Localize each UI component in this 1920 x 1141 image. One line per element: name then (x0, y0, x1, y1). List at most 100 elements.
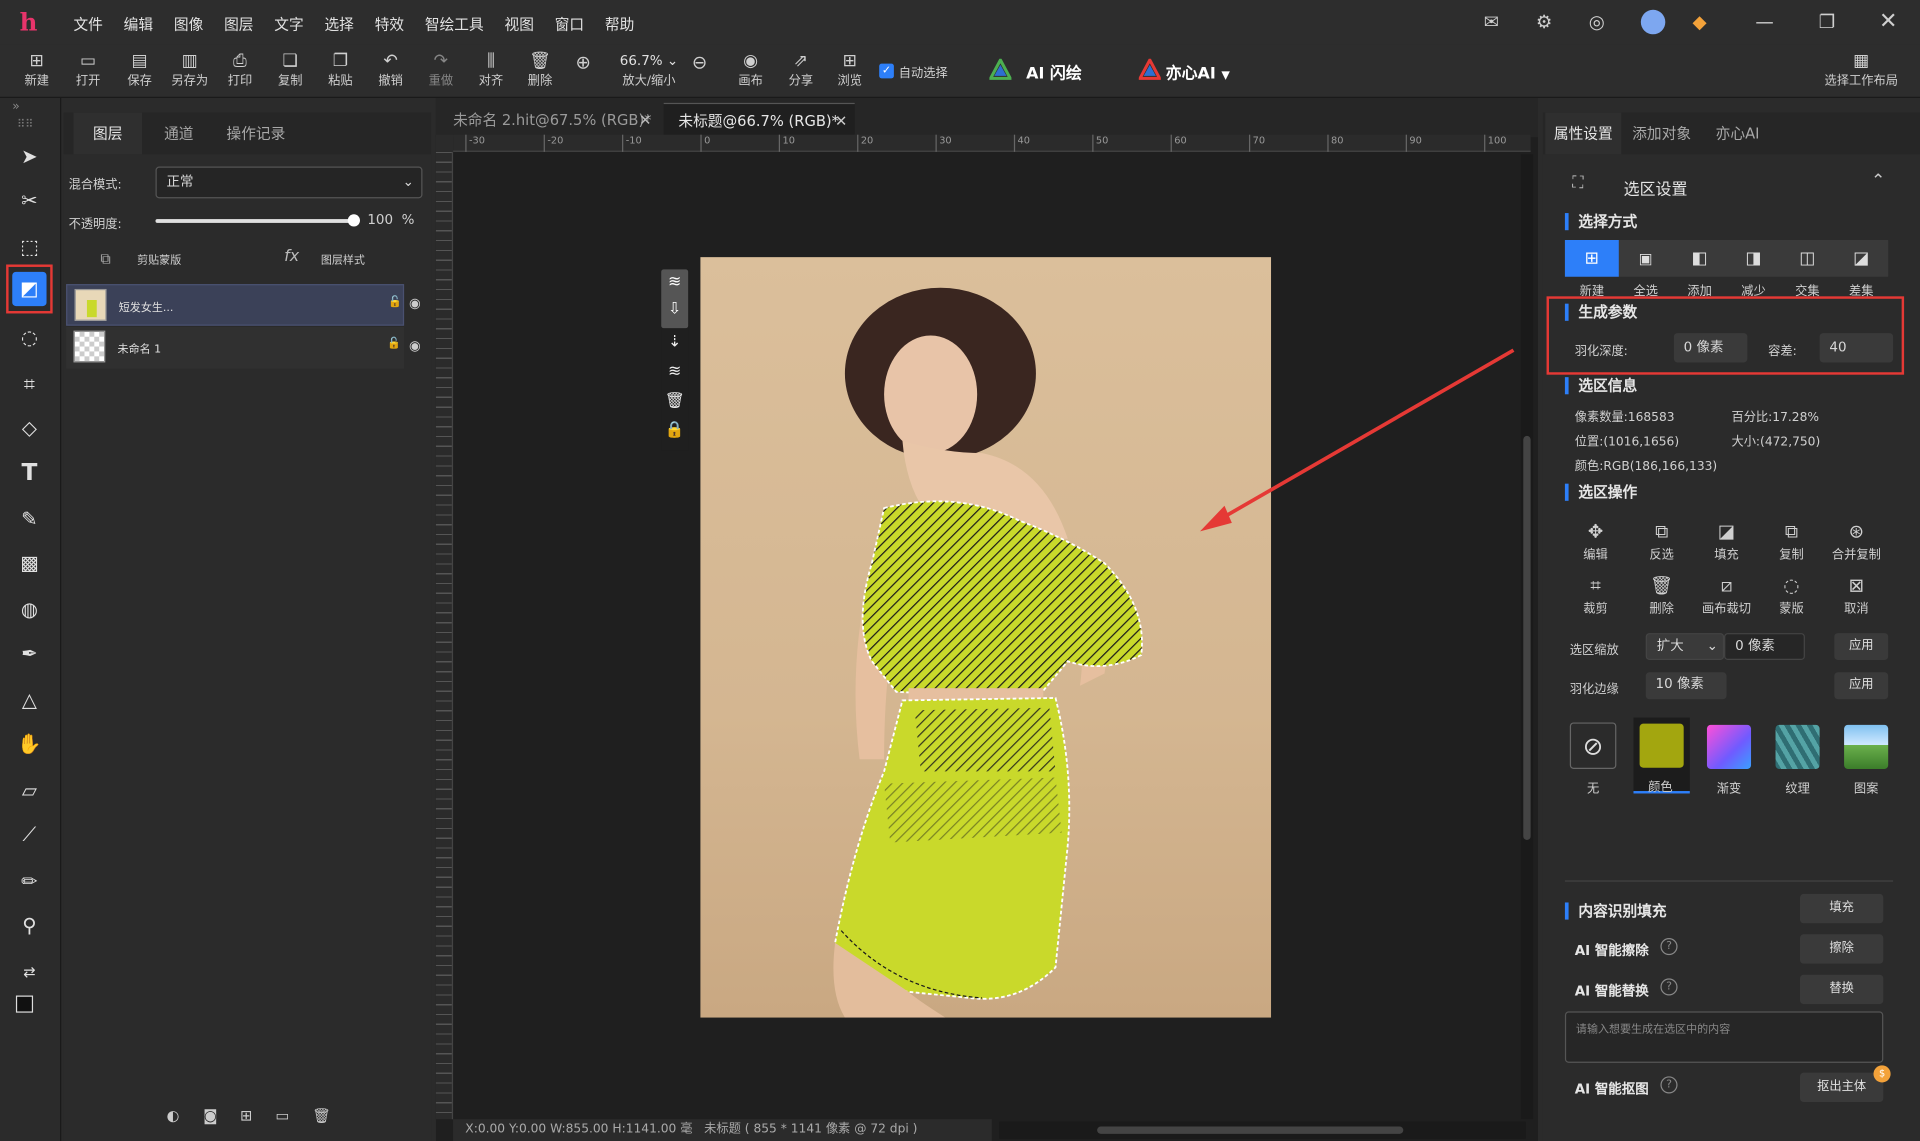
collapse-chevron-icon[interactable]: ⌃ (1871, 171, 1885, 191)
tab-add-object[interactable]: 添加对象 (1621, 113, 1702, 155)
hand-tool-icon[interactable]: ✋ (12, 727, 46, 761)
opacity-slider[interactable] (155, 214, 361, 227)
opacity-slider-handle[interactable] (347, 214, 361, 227)
op-fill[interactable]: ◪ 填充 (1696, 519, 1757, 562)
undo-button[interactable]: ↶ 撤销 (366, 49, 415, 96)
zoom-in-icon[interactable]: ⊕ (576, 51, 591, 73)
new-layer-icon[interactable]: ⊞ (240, 1107, 252, 1124)
brush-tool-icon[interactable]: ✎ (12, 502, 46, 536)
foreground-color-swatch[interactable] (15, 995, 34, 1013)
ai-flash-button[interactable]: AI 闪绘 (1026, 60, 1082, 83)
horizontal-scrollbar[interactable] (999, 1121, 1526, 1139)
align-button[interactable]: ⫼ 对齐 (467, 49, 516, 96)
tab-yixin-ai[interactable]: 亦心AI (1702, 113, 1773, 155)
fill-tool-icon[interactable]: ◇ (12, 411, 46, 445)
menu-text[interactable]: 文字 (274, 13, 303, 34)
op-edit[interactable]: ✥ 编辑 (1565, 519, 1626, 562)
zoom-control[interactable]: 66.7% ⌄ 放大/缩小 (615, 49, 684, 91)
ai-prompt-textarea[interactable]: 请输入想要生成在选区中的内容 (1564, 1011, 1884, 1063)
help-icon[interactable]: ? (1660, 1076, 1678, 1094)
select-intersect-icon[interactable]: ◫ (1780, 240, 1834, 277)
adjustment-icon[interactable]: ◐ (167, 1107, 180, 1124)
fill-none-icon[interactable]: ⊘ (1569, 722, 1617, 769)
fill-gradient-swatch[interactable] (1706, 724, 1752, 769)
copy-button[interactable]: ❏ 复制 (266, 49, 315, 96)
scale-apply-button[interactable]: 应用 (1834, 633, 1889, 661)
op-canvas-crop[interactable]: ⧄ 画布裁切 (1696, 573, 1757, 616)
canvas-button[interactable]: ◉ 画布 (726, 49, 775, 96)
feather-depth-input[interactable]: 0 像素 (1673, 333, 1748, 363)
open-button[interactable]: ▭ 打开 (64, 49, 113, 96)
menu-view[interactable]: 视图 (504, 13, 533, 34)
eraser-tool-icon[interactable]: ⟋ (12, 818, 46, 852)
restore-icon[interactable]: ❐ (1815, 10, 1839, 34)
trash-icon[interactable]: 🗑 (661, 387, 688, 416)
close-icon[interactable]: ✕ (1876, 9, 1900, 34)
help-icon[interactable]: ? (1660, 937, 1678, 956)
folder-icon[interactable]: ▭ (276, 1107, 290, 1124)
clip-mask-button[interactable]: 剪贴蒙版 (137, 251, 181, 267)
menu-effects[interactable]: 特效 (375, 13, 404, 34)
menu-help[interactable]: 帮助 (605, 13, 634, 34)
fill-pattern-swatch[interactable] (1844, 724, 1889, 769)
op-delete[interactable]: 🗑 删除 (1631, 573, 1692, 616)
horizontal-scroll-thumb[interactable] (1097, 1126, 1404, 1134)
ai-replace-button[interactable]: 替换 (1800, 974, 1884, 1005)
browse-button[interactable]: ⊞ 浏览 (825, 49, 874, 96)
lasso-tool-icon[interactable]: ◌ (12, 321, 46, 355)
mask-icon[interactable]: ◙ (203, 1107, 217, 1124)
lock-icon[interactable]: 🔓 (387, 338, 401, 350)
save-as-button[interactable]: ▥ 另存为 (165, 49, 214, 96)
select-difference-icon[interactable]: ◪ (1834, 240, 1888, 277)
layer-row[interactable]: 短发女生... 🔓 (66, 284, 405, 326)
gem-icon[interactable]: ◆ (1687, 10, 1711, 34)
tab-properties[interactable]: 属性设置 (1545, 112, 1622, 155)
scale-value-input[interactable]: 0 像素 (1724, 633, 1805, 661)
op-merge-copy[interactable]: ⊛ 合并复制 (1826, 519, 1887, 562)
ai-erase-button[interactable]: 擦除 (1800, 934, 1884, 964)
zoom-out-icon[interactable]: ⊖ (692, 51, 707, 73)
compass-icon[interactable]: ◎ (1585, 10, 1609, 34)
pen-tool-icon[interactable]: ✒ (12, 637, 46, 671)
pattern-tool-icon[interactable]: ▩ (12, 546, 46, 580)
lock-icon[interactable]: 🔒 (661, 416, 688, 445)
trash-icon[interactable]: 🗑 (312, 1107, 331, 1124)
select-new-icon[interactable]: ⊞ (1564, 240, 1619, 277)
tab-history[interactable]: 操作记录 (216, 113, 297, 155)
ai-cutout-button[interactable]: 抠出主体 (1800, 1072, 1884, 1103)
layer-row[interactable]: 未命名 1 🔓 (66, 326, 405, 369)
doc-tab[interactable]: 未命名 2.hit@67.5% (RGB)* ✕ (438, 103, 658, 137)
op-crop[interactable]: ⌗ 裁剪 (1565, 573, 1626, 616)
select-all-icon[interactable]: ▣ (1619, 240, 1673, 277)
clone-tool-icon[interactable]: ◍ (12, 593, 46, 627)
auto-select-checkbox[interactable]: ✓ (879, 63, 894, 79)
magic-select-tool-icon[interactable]: ◩ (12, 271, 47, 307)
crop-tool-icon[interactable]: ⌗ (12, 367, 46, 401)
menu-select[interactable]: 选择 (324, 13, 353, 34)
visibility-eye-icon[interactable]: ◉ (409, 295, 421, 311)
share-button[interactable]: ⇗ 分享 (776, 49, 825, 96)
scale-mode-select[interactable]: 扩大 ⌄ (1645, 633, 1725, 661)
eyedropper-tool-icon[interactable]: ⚲ (12, 909, 46, 943)
mail-icon[interactable]: ✉ (1479, 10, 1503, 34)
close-tab-icon[interactable]: ✕ (639, 103, 651, 137)
move-down-icon[interactable]: ⇣ (661, 328, 688, 357)
fill-texture-swatch[interactable] (1775, 724, 1820, 769)
minimize-icon[interactable]: — (1752, 10, 1776, 34)
feather-edge-input[interactable]: 10 像素 (1645, 672, 1727, 700)
lock-icon[interactable]: 🔓 (388, 296, 402, 308)
swap-colors-icon[interactable]: ⇄ (12, 955, 46, 989)
shape-tool-icon[interactable]: △ (12, 683, 46, 717)
feather-edge-apply-button[interactable]: 应用 (1834, 672, 1889, 700)
avatar[interactable] (1640, 9, 1666, 35)
tab-channels[interactable]: 通道 (142, 113, 215, 155)
menu-image[interactable]: 图像 (174, 13, 203, 34)
menu-smart-tools[interactable]: 智绘工具 (425, 13, 484, 34)
select-add-icon[interactable]: ◧ (1673, 240, 1727, 277)
move-tool-icon[interactable]: ➤ (12, 140, 46, 174)
vertical-scrollbar[interactable] (1520, 154, 1534, 1120)
blend-mode-select[interactable]: 正常 ⌄ (155, 166, 423, 199)
settings-icon[interactable]: ⚙ (1532, 10, 1556, 34)
cut-tool-icon[interactable]: ✂ (12, 184, 46, 218)
layers-icon[interactable]: ≋ (661, 358, 688, 387)
